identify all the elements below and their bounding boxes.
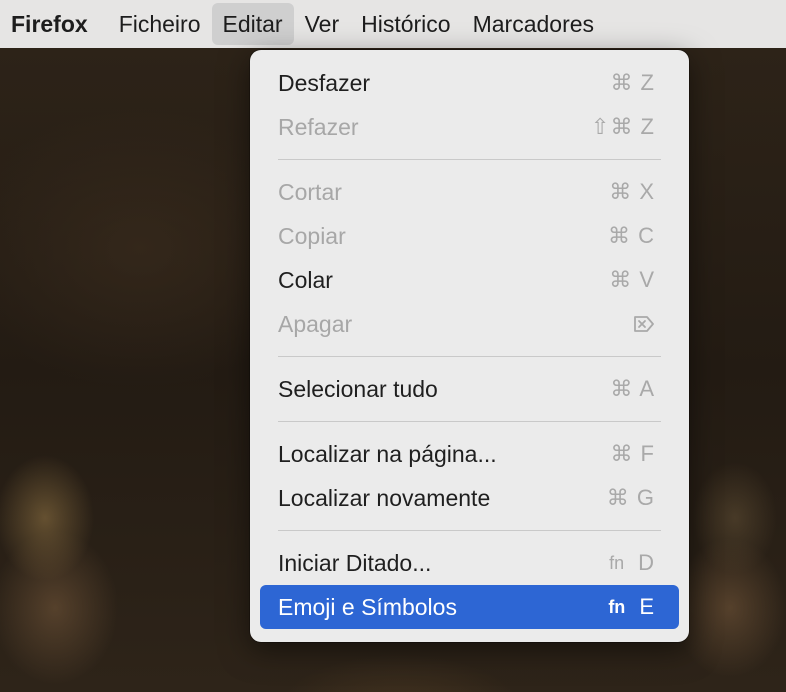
- menu-item-label: Desfazer: [278, 69, 371, 96]
- shortcut-label: ⌘ F: [610, 441, 655, 466]
- shortcut-label: ⌘ Z: [610, 70, 655, 95]
- menubar-marcadores[interactable]: Marcadores: [462, 3, 605, 45]
- shortcut-label: ⌘ G: [606, 485, 655, 510]
- menu-item-apagar[interactable]: Apagar: [260, 302, 679, 346]
- menu-item-label: Cortar: [278, 178, 342, 205]
- menu-separator: [278, 530, 661, 531]
- menubar-ficheiro[interactable]: Ficheiro: [108, 3, 212, 45]
- menu-separator: [278, 159, 661, 160]
- menu-separator: [278, 356, 661, 357]
- menu-item-cortar[interactable]: Cortar ⌘ X: [260, 170, 679, 214]
- menu-item-colar[interactable]: Colar ⌘ V: [260, 258, 679, 302]
- menu-item-copiar[interactable]: Copiar ⌘ C: [260, 214, 679, 258]
- menu-item-label: Iniciar Ditado...: [278, 549, 432, 576]
- menu-item-selecionar-tudo[interactable]: Selecionar tudo ⌘ A: [260, 367, 679, 411]
- fn-key-label: fn: [608, 596, 626, 617]
- delete-forward-icon: [633, 302, 655, 346]
- shortcut-label: ⌘ X: [609, 179, 655, 204]
- menubar-app-firefox[interactable]: Firefox: [0, 3, 108, 45]
- menu-item-localizar-novamente[interactable]: Localizar novamente ⌘ G: [260, 476, 679, 520]
- menu-item-refazer[interactable]: Refazer ⇧⌘ Z: [260, 105, 679, 149]
- menu-item-iniciar-ditado[interactable]: Iniciar Ditado... fn D: [260, 541, 679, 585]
- menubar-editar[interactable]: Editar: [211, 3, 294, 45]
- edit-menu: Desfazer ⌘ Z Refazer ⇧⌘ Z Cortar ⌘ X Cop…: [250, 50, 689, 642]
- shortcut-key: D: [638, 550, 655, 575]
- menu-item-label: Localizar novamente: [278, 484, 491, 511]
- menu-item-label: Selecionar tudo: [278, 375, 438, 402]
- shortcut-label: fn E: [608, 585, 655, 629]
- menu-item-emoji-e-simbolos[interactable]: Emoji e Símbolos fn E: [260, 585, 679, 629]
- menu-item-label: Localizar na página...: [278, 440, 497, 467]
- menu-item-label: Emoji e Símbolos: [278, 593, 457, 620]
- menu-item-label: Refazer: [278, 113, 359, 140]
- menu-item-label: Copiar: [278, 222, 346, 249]
- shortcut-label: ⌘ A: [610, 376, 655, 401]
- shortcut-label: fn D: [609, 541, 655, 585]
- menu-bar: Firefox Ficheiro Editar Ver Histórico Ma…: [0, 0, 786, 48]
- shortcut-key: E: [639, 594, 655, 619]
- shortcut-label: ⌘ C: [608, 223, 655, 248]
- menu-item-label: Colar: [278, 266, 333, 293]
- menu-separator: [278, 421, 661, 422]
- menu-item-localizar-na-pagina[interactable]: Localizar na página... ⌘ F: [260, 432, 679, 476]
- menubar-historico[interactable]: Histórico: [350, 3, 461, 45]
- menu-item-desfazer[interactable]: Desfazer ⌘ Z: [260, 61, 679, 105]
- menubar-ver[interactable]: Ver: [294, 3, 351, 45]
- shortcut-label: ⇧⌘ Z: [591, 114, 655, 139]
- menu-item-label: Apagar: [278, 310, 353, 337]
- fn-key-label: fn: [609, 552, 625, 573]
- shortcut-label: ⌘ V: [609, 267, 655, 292]
